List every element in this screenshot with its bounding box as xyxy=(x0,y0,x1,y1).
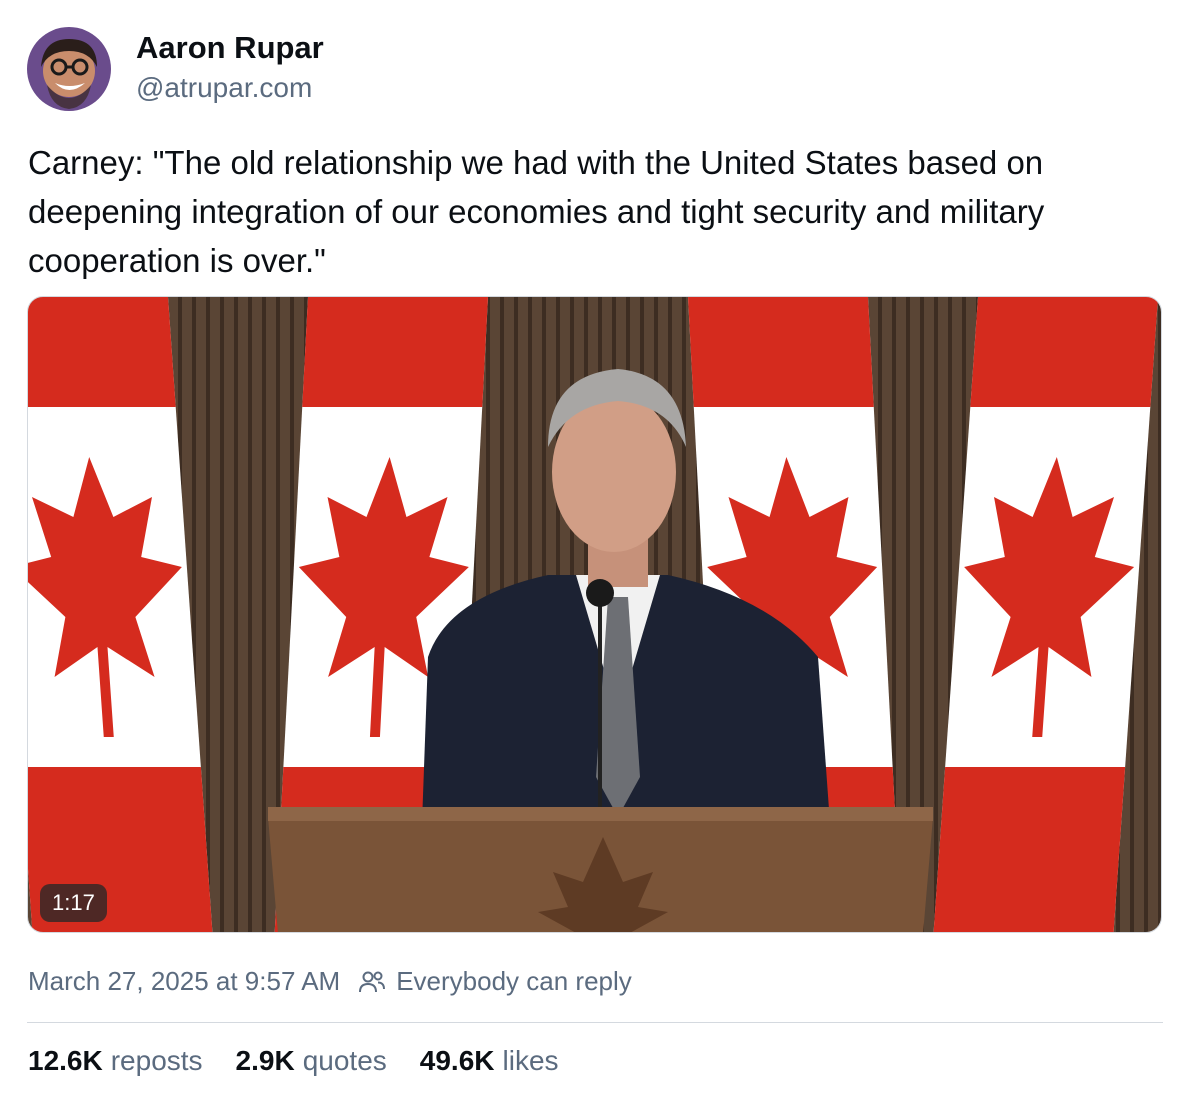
author-handle[interactable]: @atrupar.com xyxy=(136,72,312,104)
post-text: Carney: "The old relationship we had wit… xyxy=(28,144,1045,279)
reply-setting[interactable]: Everybody can reply xyxy=(358,966,632,997)
video-player[interactable]: 1:17 xyxy=(27,296,1162,933)
likes-stat[interactable]: 49.6K likes xyxy=(420,1045,559,1077)
engagement-stats: 12.6K reposts 2.9K quotes 49.6K likes xyxy=(28,1045,592,1077)
quotes-count: 2.9K xyxy=(235,1045,295,1076)
video-thumbnail xyxy=(28,297,1161,932)
user-avatar-icon xyxy=(27,27,111,111)
likes-count: 49.6K xyxy=(419,1045,495,1076)
post-meta: March 27, 2025 at 9:57 AM Everybody can … xyxy=(28,966,632,997)
people-icon xyxy=(359,971,386,992)
post-card: Aaron Rupar @atrupar.com Carney: "The ol… xyxy=(0,0,1190,1096)
author-avatar[interactable] xyxy=(27,27,111,111)
reposts-count: 12.6K xyxy=(28,1045,103,1076)
likes-label: likes xyxy=(502,1045,559,1076)
reposts-label: reposts xyxy=(110,1045,203,1076)
quotes-label: quotes xyxy=(302,1045,387,1076)
divider xyxy=(27,1022,1163,1023)
reposts-stat[interactable]: 12.6K reposts xyxy=(28,1045,203,1077)
post-timestamp[interactable]: March 27, 2025 at 9:57 AM xyxy=(28,966,340,997)
video-duration-badge: 1:17 xyxy=(40,884,107,922)
quotes-stat[interactable]: 2.9K quotes xyxy=(236,1045,387,1077)
reply-setting-label: Everybody can reply xyxy=(396,966,632,996)
author-name[interactable]: Aaron Rupar xyxy=(136,30,324,66)
